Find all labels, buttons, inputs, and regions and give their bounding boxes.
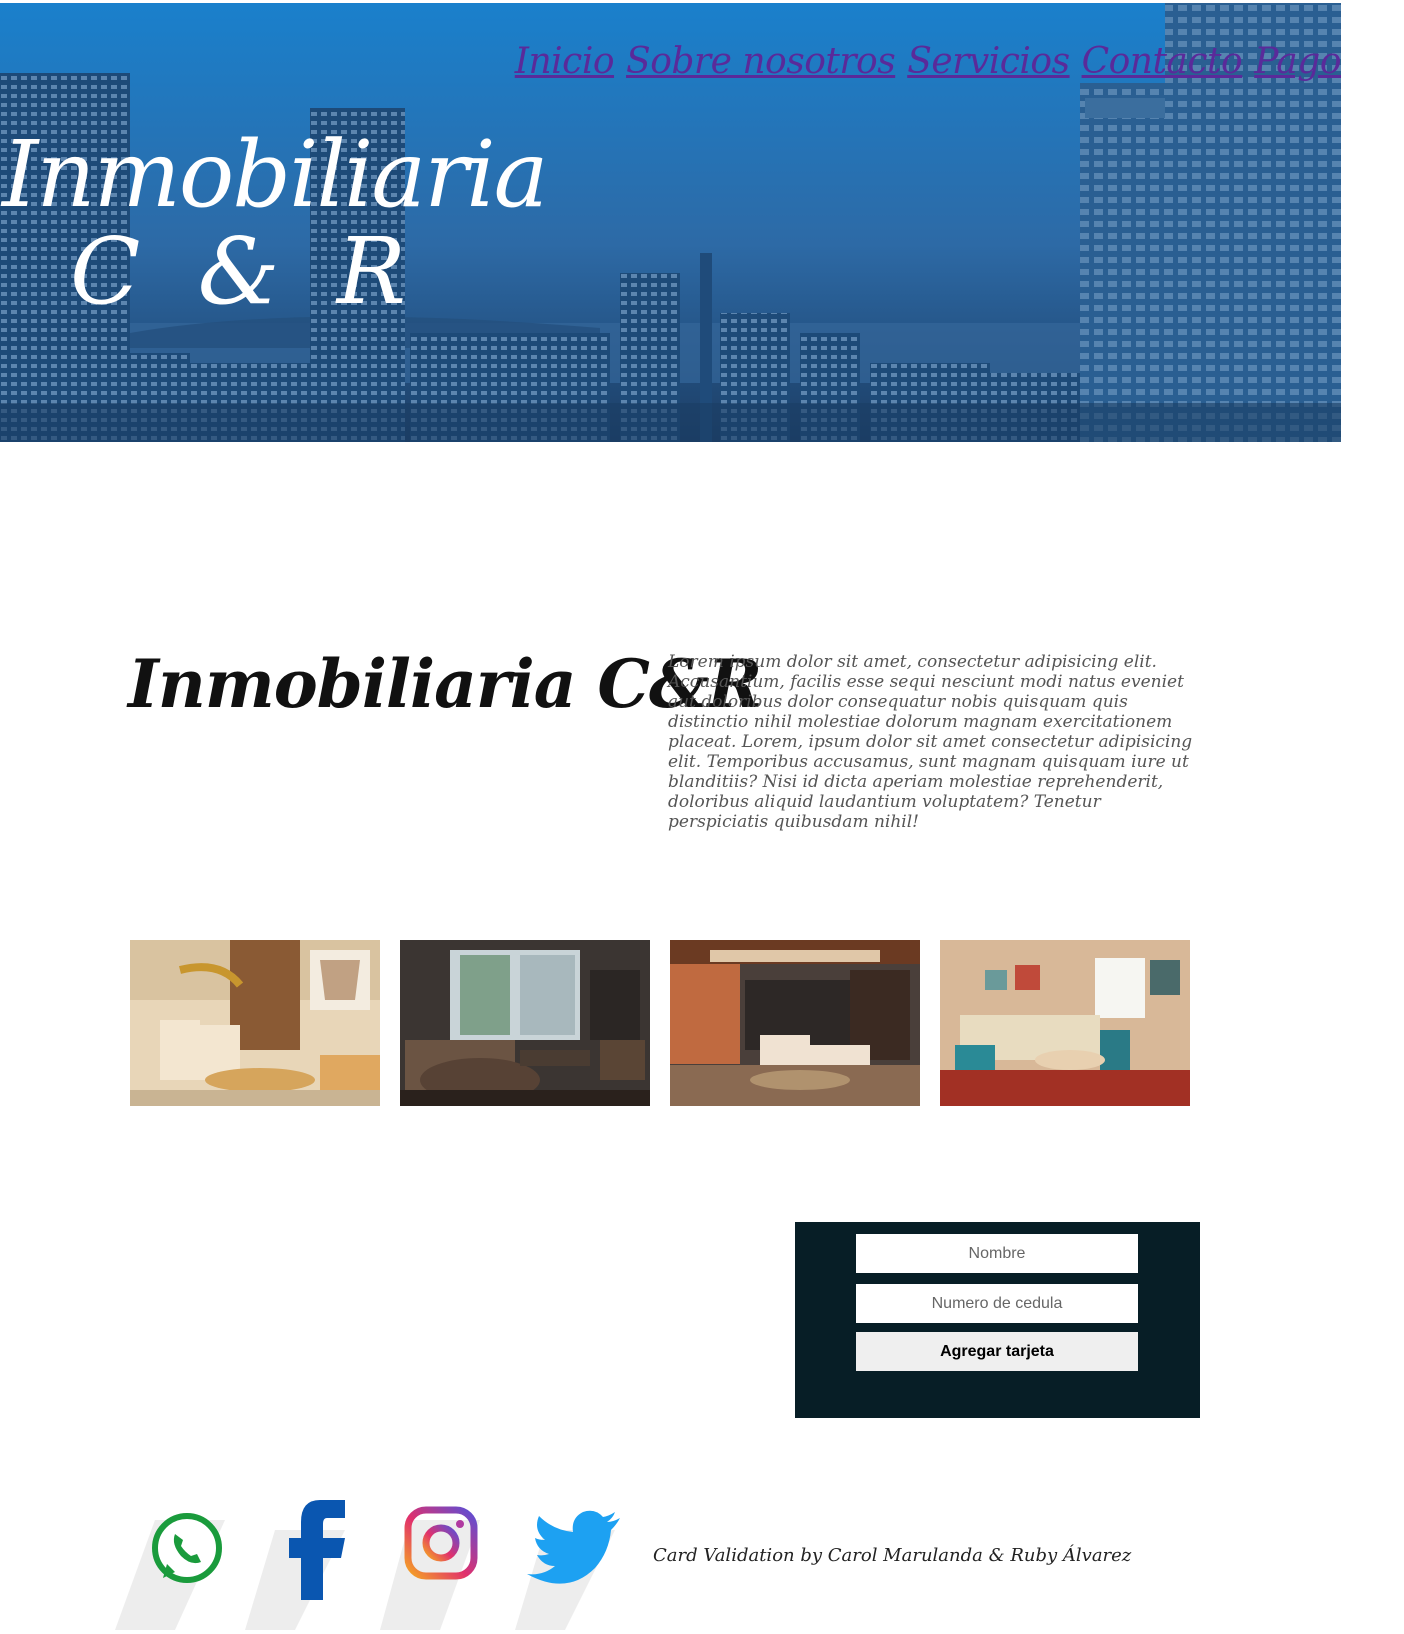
living-room-photo-4 xyxy=(940,940,1190,1106)
nav-link-inicio[interactable]: Inicio xyxy=(515,41,615,82)
facebook-icon[interactable] xyxy=(245,1500,345,1630)
hero-banner: Inicio Sobre nosotros Servicios Contacto… xyxy=(0,3,1341,442)
intro-title: Inmobiliaria C&R xyxy=(128,645,762,723)
card-validation-form: Agregar tarjeta xyxy=(795,1222,1200,1418)
nav-link-sobre-nosotros[interactable]: Sobre nosotros xyxy=(626,41,896,82)
nav-link-contacto[interactable]: Contacto xyxy=(1082,41,1243,82)
intro-paragraph: Lorem ipsum dolor sit amet, consectetur … xyxy=(668,652,1193,832)
twitter-icon[interactable] xyxy=(515,1500,620,1630)
living-room-photo-2 xyxy=(400,940,650,1106)
footer-credit: Card Validation by Carol Marulanda & Rub… xyxy=(653,1545,1132,1566)
add-card-button[interactable]: Agregar tarjeta xyxy=(856,1332,1138,1371)
name-input[interactable] xyxy=(856,1234,1138,1273)
living-room-photo-3 xyxy=(670,940,920,1106)
instagram-icon[interactable] xyxy=(380,1500,480,1630)
photo-gallery xyxy=(130,940,1190,1106)
id-number-input[interactable] xyxy=(856,1284,1138,1323)
nav-link-servicios[interactable]: Servicios xyxy=(907,41,1070,82)
main-navigation: Inicio Sobre nosotros Servicios Contacto… xyxy=(515,41,1341,82)
whatsapp-icon[interactable] xyxy=(115,1500,225,1630)
nav-link-pago[interactable]: Pago xyxy=(1254,41,1341,82)
living-room-photo-1 xyxy=(130,940,380,1106)
hero-title-line1: Inmobiliaria xyxy=(2,121,548,228)
hero-title-line2: C & R xyxy=(70,218,421,325)
